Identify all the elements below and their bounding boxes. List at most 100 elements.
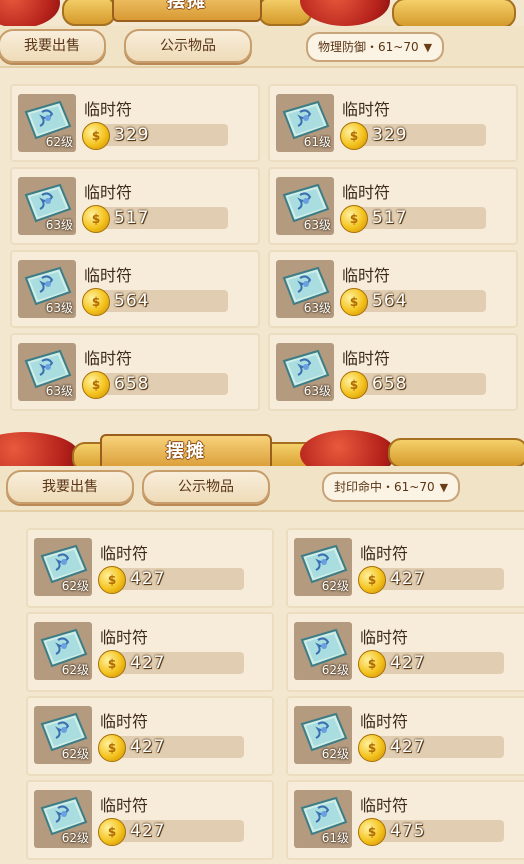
item-name: 临时符 xyxy=(360,796,409,815)
price-bar xyxy=(106,652,244,674)
price-bar xyxy=(348,124,486,146)
market-panel-top: 摆摊 我要出售 公示物品 物理防御・61~70 ▼ 62级 临时符 $329 61级 临时… xyxy=(0,0,524,432)
price-bar xyxy=(106,568,244,590)
item-level: 62级 xyxy=(61,831,89,845)
market-title: 摆摊 xyxy=(112,0,262,22)
item-listing[interactable]: 62级 临时符 $427 xyxy=(286,612,524,692)
item-listing[interactable]: 62级 临时符 $427 xyxy=(286,528,524,608)
item-price: 517 xyxy=(372,208,408,228)
item-icon-slot[interactable]: 62级 xyxy=(18,94,76,152)
item-icon-slot[interactable]: 62级 xyxy=(34,538,92,596)
item-listing[interactable]: 61级 临时符 $475 xyxy=(286,780,524,860)
item-name: 临时符 xyxy=(342,100,391,119)
item-listing[interactable]: 62级 临时符 $427 xyxy=(26,528,274,608)
item-icon-slot[interactable]: 62级 xyxy=(294,622,352,680)
item-listing[interactable]: 62级 临时符 $427 xyxy=(26,780,274,860)
item-name: 临时符 xyxy=(342,266,391,285)
item-icon-slot[interactable]: 63级 xyxy=(18,343,76,401)
item-icon-slot[interactable]: 63级 xyxy=(276,260,334,318)
item-icon-slot[interactable]: 62级 xyxy=(294,706,352,764)
price-bar xyxy=(90,373,228,395)
item-level: 61级 xyxy=(321,831,349,845)
item-level: 63级 xyxy=(303,218,331,232)
item-icon-slot[interactable]: 61级 xyxy=(276,94,334,152)
item-listing[interactable]: 63级 临时符 $564 xyxy=(268,250,518,328)
item-price: 658 xyxy=(114,374,150,394)
gold-coin-icon: $ xyxy=(340,288,368,316)
category-filter-dropdown[interactable]: 封印命中・61~70 ▼ xyxy=(322,472,461,502)
item-listing[interactable]: 63级 临时符 $517 xyxy=(10,167,260,245)
gold-coin-icon: $ xyxy=(358,566,386,594)
item-price: 427 xyxy=(390,737,426,757)
top-banner: 摆摊 xyxy=(0,428,524,480)
price-bar xyxy=(348,373,486,395)
tab-bar: 我要出售 公示物品 物理防御・61~70 ▼ xyxy=(0,26,524,68)
tab-public-items[interactable]: 公示物品 xyxy=(142,470,270,504)
price-bar xyxy=(90,207,228,229)
item-listing[interactable]: 63级 临时符 $658 xyxy=(268,333,518,411)
item-name: 临时符 xyxy=(360,712,409,731)
bamboo-decoration xyxy=(62,0,116,26)
tab-sell[interactable]: 我要出售 xyxy=(0,29,106,63)
item-name: 临时符 xyxy=(84,100,133,119)
gold-coin-icon: $ xyxy=(340,205,368,233)
price-bar xyxy=(106,736,244,758)
item-listing[interactable]: 62级 临时符 $427 xyxy=(286,696,524,776)
item-price: 564 xyxy=(114,291,150,311)
gold-coin-icon: $ xyxy=(98,734,126,762)
category-filter-dropdown[interactable]: 物理防御・61~70 ▼ xyxy=(306,32,445,62)
filter-label: 封印命中・61~70 xyxy=(334,480,435,494)
item-listing[interactable]: 61级 临时符 $329 xyxy=(268,84,518,162)
item-icon-slot[interactable]: 62级 xyxy=(34,622,92,680)
item-icon-slot[interactable]: 62级 xyxy=(34,790,92,848)
item-icon-slot[interactable]: 62级 xyxy=(34,706,92,764)
item-level: 62级 xyxy=(61,663,89,677)
gold-coin-icon: $ xyxy=(82,122,110,150)
item-level: 63级 xyxy=(45,301,73,315)
tab-public-items[interactable]: 公示物品 xyxy=(124,29,252,63)
item-level: 62级 xyxy=(45,135,73,149)
item-icon-slot[interactable]: 61级 xyxy=(294,790,352,848)
item-name: 临时符 xyxy=(100,796,149,815)
bamboo-decoration xyxy=(388,438,524,468)
item-listing[interactable]: 63级 临时符 $564 xyxy=(10,250,260,328)
item-listing[interactable]: 63级 临时符 $658 xyxy=(10,333,260,411)
item-price: 329 xyxy=(372,125,408,145)
gold-coin-icon: $ xyxy=(358,818,386,846)
item-icon-slot[interactable]: 63级 xyxy=(276,177,334,235)
item-listing[interactable]: 62级 临时符 $329 xyxy=(10,84,260,162)
tab-bar: 我要出售 公示物品 封印命中・61~70 ▼ xyxy=(0,466,524,512)
gold-coin-icon: $ xyxy=(98,566,126,594)
item-icon-slot[interactable]: 62级 xyxy=(294,538,352,596)
item-name: 临时符 xyxy=(84,183,133,202)
price-bar xyxy=(366,736,504,758)
item-listing[interactable]: 62级 临时符 $427 xyxy=(26,612,274,692)
red-drum-decoration xyxy=(0,0,60,28)
item-listing[interactable]: 63级 临时符 $517 xyxy=(268,167,518,245)
price-bar xyxy=(106,820,244,842)
item-price: 427 xyxy=(130,821,166,841)
item-name: 临时符 xyxy=(342,183,391,202)
item-icon-slot[interactable]: 63级 xyxy=(18,177,76,235)
item-level: 62级 xyxy=(61,747,89,761)
item-price: 658 xyxy=(372,374,408,394)
gold-coin-icon: $ xyxy=(82,371,110,399)
item-level: 63级 xyxy=(45,384,73,398)
item-listing[interactable]: 62级 临时符 $427 xyxy=(26,696,274,776)
item-level: 62级 xyxy=(321,579,349,593)
item-price: 564 xyxy=(372,291,408,311)
bamboo-decoration xyxy=(392,0,516,28)
item-level: 62级 xyxy=(321,663,349,677)
item-level: 63级 xyxy=(45,218,73,232)
tab-sell[interactable]: 我要出售 xyxy=(6,470,134,504)
gold-coin-icon: $ xyxy=(82,205,110,233)
item-price: 427 xyxy=(130,569,166,589)
item-level: 63级 xyxy=(303,301,331,315)
item-name: 临时符 xyxy=(360,544,409,563)
gold-coin-icon: $ xyxy=(358,734,386,762)
gold-coin-icon: $ xyxy=(98,818,126,846)
item-name: 临时符 xyxy=(360,628,409,647)
item-icon-slot[interactable]: 63级 xyxy=(276,343,334,401)
item-icon-slot[interactable]: 63级 xyxy=(18,260,76,318)
price-bar xyxy=(366,652,504,674)
